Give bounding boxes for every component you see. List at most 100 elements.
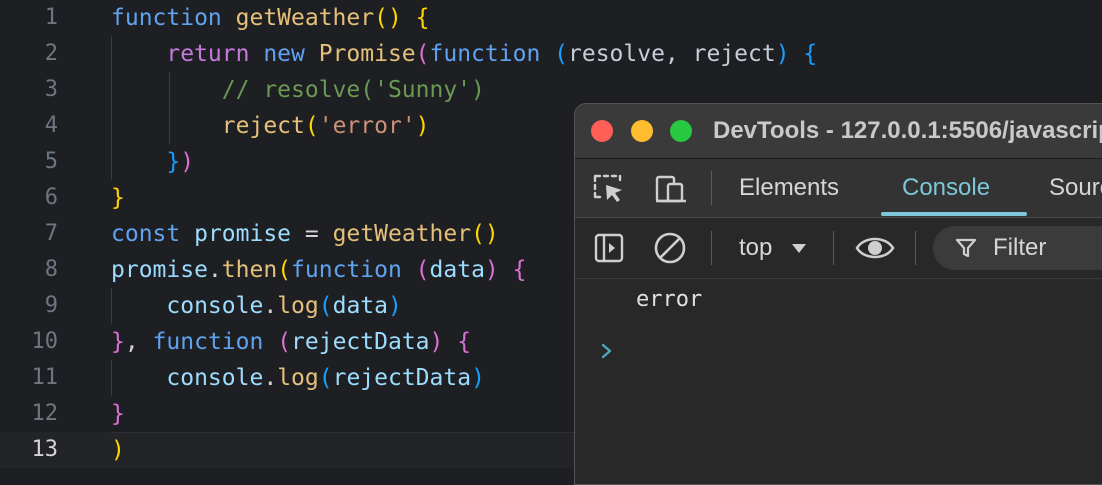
- code-token: ) {: [484, 257, 527, 283]
- line-number: 12: [31, 401, 59, 426]
- code-token: const: [111, 221, 195, 247]
- code-token: ): [180, 149, 195, 175]
- code-line[interactable]: 2 return new Promise(function (resolve, …: [0, 36, 1102, 72]
- code-token: console: [166, 365, 264, 391]
- line-number: 5: [44, 149, 58, 174]
- filter-input[interactable]: Filter: [933, 226, 1102, 270]
- code-token: return: [166, 41, 264, 67]
- devtools-window: DevTools - 127.0.0.1:5506/javascript Ele…: [574, 103, 1102, 485]
- active-tab-indicator: [881, 212, 1027, 216]
- code-token: ): [387, 293, 402, 319]
- code-token: (: [318, 365, 333, 391]
- tab-console[interactable]: Console: [902, 159, 990, 217]
- close-window-button[interactable]: [591, 120, 613, 142]
- code-token: log: [277, 365, 319, 391]
- toolbar-separator: [711, 171, 712, 205]
- line-number: 13: [31, 437, 59, 462]
- code-token: ): [471, 365, 485, 391]
- line-number: 9: [44, 293, 58, 318]
- devtools-titlebar[interactable]: DevTools - 127.0.0.1:5506/javascript: [575, 104, 1102, 159]
- code-token: (: [318, 293, 333, 319]
- line-number: 2: [44, 41, 58, 66]
- console-output[interactable]: error: [575, 279, 1102, 484]
- code-token: promise: [194, 221, 305, 247]
- code-token: (: [554, 41, 568, 67]
- code-text: promise.then(function (data) {: [111, 252, 526, 288]
- tab-elements[interactable]: Elements: [739, 159, 839, 217]
- code-token: ): [111, 437, 125, 463]
- code-token: 'error': [318, 113, 416, 139]
- line-number: 10: [31, 329, 59, 354]
- code-token: () {: [374, 5, 430, 31]
- code-token: .: [207, 257, 222, 283]
- code-token: (): [471, 221, 499, 247]
- code-token: }: [111, 329, 125, 355]
- code-token: }: [111, 401, 125, 427]
- code-text: function getWeather() {: [111, 0, 430, 36]
- code-token: getWeather: [235, 5, 375, 31]
- toolbar-separator: [833, 231, 834, 265]
- code-token: data: [332, 293, 388, 319]
- context-selector-label: top: [739, 234, 773, 261]
- code-text: }: [111, 180, 125, 216]
- code-text: }, function (rejectData) {: [111, 324, 471, 360]
- code-token: .: [263, 365, 278, 391]
- filter-placeholder: Filter: [993, 234, 1047, 261]
- code-token: (: [277, 329, 292, 355]
- code-text: return new Promise(function (resolve, re…: [111, 36, 817, 72]
- line-number: 4: [44, 113, 58, 138]
- code-token: ) {: [429, 329, 472, 355]
- code-text: reject('error'): [111, 108, 430, 144]
- code-token: resolve, reject: [568, 41, 776, 67]
- code-token: getWeather: [332, 221, 472, 247]
- code-text: }: [111, 396, 125, 432]
- code-token: (: [304, 113, 319, 139]
- zoom-window-button[interactable]: [670, 120, 692, 142]
- code-token: rejectData: [291, 329, 430, 355]
- code-token: then: [221, 257, 278, 283]
- code-token: (: [277, 257, 292, 283]
- code-text: console.log(rejectData): [111, 360, 485, 396]
- code-text: const promise = getWeather(): [111, 216, 499, 252]
- code-token: // resolve('Sunny'): [221, 77, 485, 103]
- inspect-element-icon[interactable]: [592, 173, 626, 205]
- code-token: data: [429, 257, 485, 283]
- code-text: ): [111, 432, 125, 468]
- code-token: function: [111, 5, 236, 31]
- code-token: ): [415, 113, 430, 139]
- chevron-right-icon[interactable]: [599, 339, 615, 363]
- line-number: 7: [44, 221, 58, 246]
- code-token: new: [263, 41, 319, 67]
- console-toolbar: top Filter: [575, 218, 1102, 279]
- line-number: 11: [31, 365, 59, 390]
- context-selector[interactable]: top: [575, 218, 825, 278]
- code-token: ) {: [775, 41, 818, 67]
- code-line[interactable]: 1 function getWeather() {: [0, 0, 1102, 36]
- minimize-window-button[interactable]: [631, 120, 653, 142]
- line-number: 3: [44, 77, 58, 102]
- code-token: console: [166, 293, 264, 319]
- live-expression-icon[interactable]: [854, 233, 896, 263]
- code-text: console.log(data): [111, 288, 402, 324]
- tab-sources[interactable]: Sources: [1049, 159, 1102, 217]
- filter-icon: [955, 238, 977, 258]
- code-token: Promise: [318, 41, 416, 67]
- code-token: (: [415, 41, 430, 67]
- line-number: 1: [44, 5, 58, 30]
- device-toolbar-icon[interactable]: [654, 173, 688, 205]
- code-token: rejectData: [332, 365, 472, 391]
- code-text: }): [111, 144, 194, 180]
- line-number: 6: [44, 185, 58, 210]
- code-text: // resolve('Sunny'): [111, 72, 485, 108]
- code-token: function: [152, 329, 278, 355]
- chevron-down-icon: [792, 244, 806, 253]
- code-token: =: [304, 221, 333, 247]
- code-token: .: [263, 293, 278, 319]
- code-token: log: [277, 293, 319, 319]
- devtools-tab-bar: Elements Console Sources: [575, 159, 1102, 218]
